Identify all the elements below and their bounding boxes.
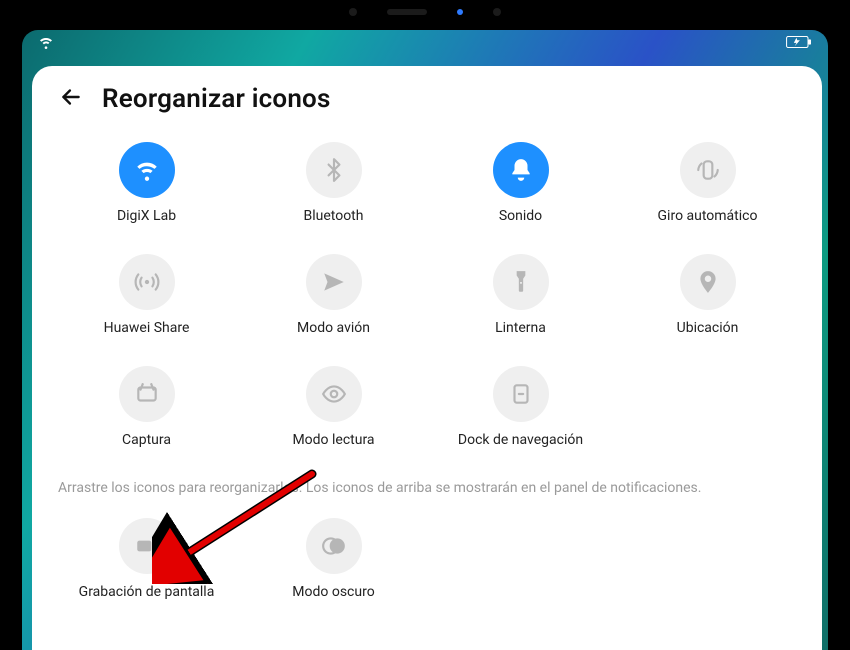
tile-dock-navegacion[interactable]: Dock de navegación bbox=[432, 366, 609, 448]
page-title: Reorganizar iconos bbox=[102, 84, 331, 114]
tile-label: Bluetooth bbox=[304, 208, 364, 224]
bluetooth-icon bbox=[306, 142, 362, 198]
tile-label: DigiX Lab bbox=[117, 208, 176, 224]
panel-header: Reorganizar iconos bbox=[58, 84, 796, 114]
battery-status-icon bbox=[786, 36, 812, 48]
tile-label: Captura bbox=[122, 432, 171, 448]
airplane-icon bbox=[306, 254, 362, 310]
device-notch bbox=[349, 8, 501, 16]
device-bezel: Reorganizar iconos DigiX Lab Bluetooth bbox=[0, 0, 850, 650]
tile-captura[interactable]: Captura bbox=[58, 366, 235, 448]
tile-label: Modo avión bbox=[297, 320, 370, 336]
tile-huawei-share[interactable]: Huawei Share bbox=[58, 254, 235, 336]
tile-grabacion-pantalla[interactable]: Grabación de pantalla bbox=[58, 518, 235, 600]
tile-label: Modo oscuro bbox=[292, 584, 374, 600]
screen: Reorganizar iconos DigiX Lab Bluetooth bbox=[22, 30, 828, 650]
record-icon bbox=[119, 518, 175, 574]
tile-modo-oscuro[interactable]: Modo oscuro bbox=[245, 518, 422, 600]
dock-icon bbox=[493, 366, 549, 422]
broadcast-icon bbox=[119, 254, 175, 310]
flashlight-icon bbox=[493, 254, 549, 310]
rotate-icon bbox=[680, 142, 736, 198]
tile-label: Sonido bbox=[499, 208, 542, 224]
wifi-status-icon bbox=[38, 34, 54, 50]
tile-giro-automatico[interactable]: Giro automático bbox=[619, 142, 796, 224]
tile-label: Giro automático bbox=[658, 208, 758, 224]
darkmode-icon bbox=[306, 518, 362, 574]
tile-sonido[interactable]: Sonido bbox=[432, 142, 609, 224]
settings-panel: Reorganizar iconos DigiX Lab Bluetooth bbox=[32, 66, 822, 650]
tile-ubicacion[interactable]: Ubicación bbox=[619, 254, 796, 336]
tile-bluetooth[interactable]: Bluetooth bbox=[245, 142, 422, 224]
tile-modo-avion[interactable]: Modo avión bbox=[245, 254, 422, 336]
active-tiles-grid: DigiX Lab Bluetooth Sonido bbox=[58, 142, 796, 448]
reorder-hint-text: Arrastre los iconos para reorganizarlos.… bbox=[58, 480, 796, 496]
tile-label: Dock de navegación bbox=[458, 432, 583, 448]
inactive-tiles-grid: Grabación de pantalla Modo oscuro bbox=[58, 518, 796, 600]
location-icon bbox=[680, 254, 736, 310]
wifi-icon bbox=[119, 142, 175, 198]
tile-linterna[interactable]: Linterna bbox=[432, 254, 609, 336]
tile-modo-lectura[interactable]: Modo lectura bbox=[245, 366, 422, 448]
back-button[interactable] bbox=[58, 84, 84, 114]
eye-icon bbox=[306, 366, 362, 422]
tile-label: Ubicación bbox=[677, 320, 739, 336]
tile-label: Huawei Share bbox=[104, 320, 190, 336]
status-bar bbox=[22, 30, 828, 54]
tile-digix-lab[interactable]: DigiX Lab bbox=[58, 142, 235, 224]
tile-label: Linterna bbox=[495, 320, 546, 336]
capture-icon bbox=[119, 366, 175, 422]
tile-label: Grabación de pantalla bbox=[79, 584, 215, 600]
bell-icon bbox=[493, 142, 549, 198]
tile-label: Modo lectura bbox=[292, 432, 374, 448]
